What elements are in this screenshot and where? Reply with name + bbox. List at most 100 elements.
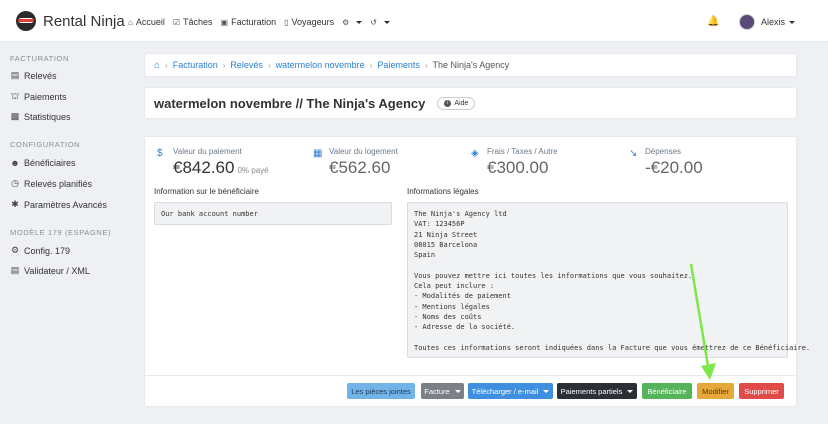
nav-settings-dropdown[interactable]: ⚙ — [342, 17, 363, 27]
chevron-down-icon — [356, 20, 363, 24]
brand-name: Rental Ninja — [43, 12, 125, 30]
breadcrumb-link[interactable]: Relevés — [230, 60, 263, 70]
sidebar-item-parametres-avances[interactable]: ✱ Paramètres Avancés — [10, 199, 107, 210]
delete-button[interactable]: Supprimer — [739, 383, 784, 399]
sidebar-item-validateur-xml[interactable]: ▤ Validateur / XML — [10, 265, 90, 276]
partial-payments-dropdown-button[interactable]: Paiements partiels — [557, 383, 637, 399]
bell-icon[interactable]: 🔔 — [707, 16, 719, 27]
invoice-dropdown-button[interactable]: Facture — [421, 383, 464, 399]
stat-value: €562.60 — [329, 158, 391, 177]
nav-label: Accueil — [135, 17, 165, 27]
breadcrumb: ⌂ › Facturation › Relevés › watermelon n… — [144, 53, 797, 77]
info-icon: i — [444, 99, 452, 107]
chevron-right-icon: › — [165, 60, 168, 70]
sidebar-item-releves-planifies[interactable]: ◷ Relevés planifiés — [10, 178, 92, 189]
sidebar-heading-modele-179: MODÈLE 179 (ESPAGNE) — [10, 228, 112, 237]
sidebar-item-paiements[interactable]: ⛫ Paiements — [10, 91, 67, 103]
document-icon: ▤ — [10, 70, 20, 80]
sidebar: FACTURATION ▤ Relevés ⛫ Paiements ▩ Stat… — [0, 43, 134, 424]
top-navbar: Rental Ninja ⌂ Accueil ☑ Tâches ▣ Factur… — [0, 0, 828, 42]
check-icon: ☑ — [172, 17, 181, 27]
help-button[interactable]: i Aide — [437, 96, 476, 110]
sidebar-item-label: Config. 179 — [24, 245, 71, 256]
payment-detail-card: $ Valeur du paiement €842.60 0% payé ▦ Va… — [144, 136, 810, 406]
stat-paid-percent: 0% payé — [237, 166, 269, 175]
download-email-dropdown-button[interactable]: Télécharger / e-mail — [468, 383, 553, 399]
stat-label: Valeur du logement — [329, 147, 398, 156]
button-label: Télécharger / e-mail — [471, 386, 539, 396]
page-title: watermelon novembre // The Ninja's Agenc… — [154, 95, 426, 111]
travelers-icon: ▯ — [284, 17, 289, 27]
user-circle-icon: ☻ — [10, 158, 20, 168]
help-label: Aide — [454, 99, 469, 107]
sidebar-item-label: Paramètres Avancés — [24, 199, 107, 210]
sidebar-item-label: Bénéficiaires — [24, 158, 76, 168]
brand-logo[interactable]: Rental Ninja — [16, 11, 125, 31]
ninja-logo-icon — [16, 11, 36, 31]
chevron-down-icon — [627, 389, 634, 393]
nav-facturation[interactable]: ▣ Facturation — [221, 17, 277, 27]
beneficiary-info-box[interactable]: Our bank account number — [154, 202, 392, 225]
chevron-right-icon: › — [267, 60, 271, 70]
chevron-right-icon: › — [424, 60, 428, 70]
nav-voyageurs[interactable]: ▯ Voyageurs — [284, 17, 334, 27]
translate-icon: ↺ — [370, 17, 377, 27]
bank-icon: ⛫ — [10, 91, 20, 101]
chevron-down-icon — [543, 389, 550, 393]
beneficiary-button[interactable]: Bénéficiaire — [642, 383, 692, 399]
gear-icon: ⚙ — [10, 245, 20, 255]
user-name: Alexis — [761, 17, 786, 27]
chart-icon: ▩ — [10, 111, 20, 121]
page-header: watermelon novembre // The Ninja's Agenc… — [144, 87, 797, 119]
breadcrumb-link[interactable]: Paiements — [377, 60, 420, 70]
trend-down-icon: ↘ — [629, 148, 638, 159]
list-icon: ▤ — [10, 265, 20, 275]
nav-accueil[interactable]: ⌂ Accueil — [128, 17, 165, 27]
stat-amount: €842.60 — [173, 158, 235, 177]
nav-label: Facturation — [231, 17, 277, 27]
sidebar-item-beneficiaires[interactable]: ☻ Bénéficiaires — [10, 158, 76, 168]
sidebar-item-label: Statistiques — [24, 111, 71, 122]
chevron-down-icon — [454, 389, 461, 393]
home-icon: ⌂ — [128, 17, 133, 27]
user-menu[interactable]: Alexis — [739, 14, 796, 30]
edit-button[interactable]: Modifier — [697, 383, 734, 399]
sidebar-item-config-179[interactable]: ⚙ Config. 179 — [10, 245, 70, 256]
stat-value: €300.00 — [487, 158, 549, 177]
avatar — [739, 14, 755, 30]
stat-label: Frais / Taxes / Autre — [487, 147, 558, 156]
invoice-icon: ▣ — [220, 17, 229, 27]
sidebar-item-label: Relevés — [24, 70, 57, 81]
sidebar-item-label: Paiements — [24, 92, 67, 102]
sidebar-item-label: Validateur / XML — [24, 265, 90, 276]
button-label: Paiements partiels — [560, 386, 623, 396]
legal-info-label: Informations légales — [407, 187, 479, 196]
stat-label: Dépenses — [645, 147, 682, 156]
sidebar-item-statistiques[interactable]: ▩ Statistiques — [10, 111, 71, 122]
chevron-down-icon — [383, 20, 390, 24]
nav-label: Voyageurs — [291, 17, 335, 27]
nav-taches[interactable]: ☑ Tâches — [173, 17, 213, 27]
puzzle-icon: ✱ — [11, 199, 19, 209]
sidebar-item-releves[interactable]: ▤ Relevés — [10, 70, 57, 81]
stat-value: -€20.00 — [645, 158, 703, 177]
breadcrumb-link[interactable]: Facturation — [173, 60, 218, 70]
sidebar-heading-facturation: FACTURATION — [10, 54, 69, 63]
building-icon: ▦ — [313, 148, 323, 159]
tag-icon: ◈ — [471, 148, 479, 159]
home-icon[interactable]: ⌂ — [154, 60, 160, 71]
legal-info-box[interactable]: The Ninja's Agency ltd VAT: 123456P 21 N… — [407, 202, 810, 358]
dollar-icon: $ — [157, 148, 163, 159]
sidebar-heading-configuration: CONFIGURATION — [10, 140, 81, 149]
attachments-button[interactable]: Les pièces jointes — [347, 383, 415, 399]
breadcrumb-link[interactable]: watermelon novembre — [276, 60, 365, 70]
nav-language-dropdown[interactable]: ↺ — [370, 18, 390, 27]
stat-value: €842.60 0% payé — [173, 158, 269, 178]
stat-label: Valeur du paiement — [173, 147, 242, 156]
main-nav: ⌂ Accueil ☑ Tâches ▣ Facturation ▯ Voyag… — [128, 17, 398, 27]
nav-label: Tâches — [183, 17, 213, 27]
sidebar-item-label: Relevés planifiés — [24, 178, 93, 189]
chevron-right-icon: › — [369, 60, 373, 70]
gear-icon: ⚙ — [342, 17, 350, 27]
button-label: Facture — [424, 386, 450, 396]
